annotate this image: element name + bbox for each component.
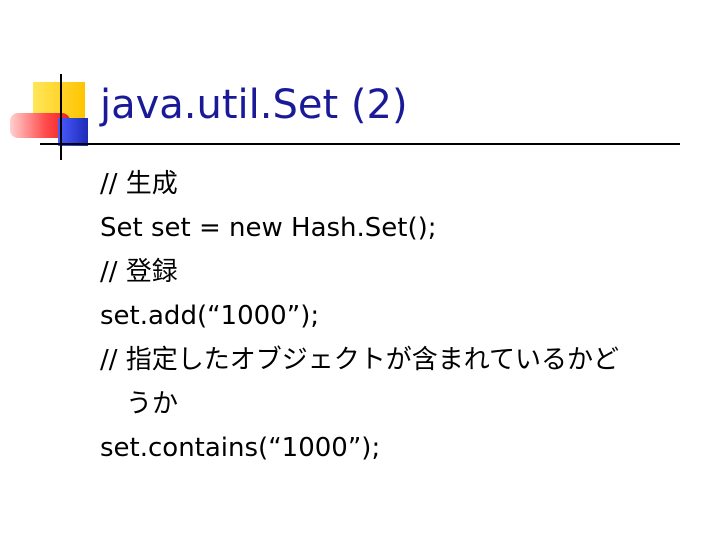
code-comment-create: // 生成 [100, 169, 178, 199]
code-line-declaration: Set set = new Hash.Set(); [100, 213, 437, 243]
logo-blue-square [58, 118, 88, 146]
slide-body: // 生成 Set set = new Hash.Set(); // 登録 se… [100, 162, 700, 470]
code-line-add: set.add(“1000”); [100, 301, 320, 331]
code-line-contains: set.contains(“1000”); [100, 433, 381, 463]
slide-title: java.util.Set (2) [100, 82, 408, 128]
code-comment-contains-continued: うか [126, 389, 179, 419]
title-underline [40, 143, 680, 145]
code-comment-contains: // 指定したオブジェクトが含まれているかど [100, 345, 620, 375]
code-comment-register: // 登録 [100, 257, 178, 287]
